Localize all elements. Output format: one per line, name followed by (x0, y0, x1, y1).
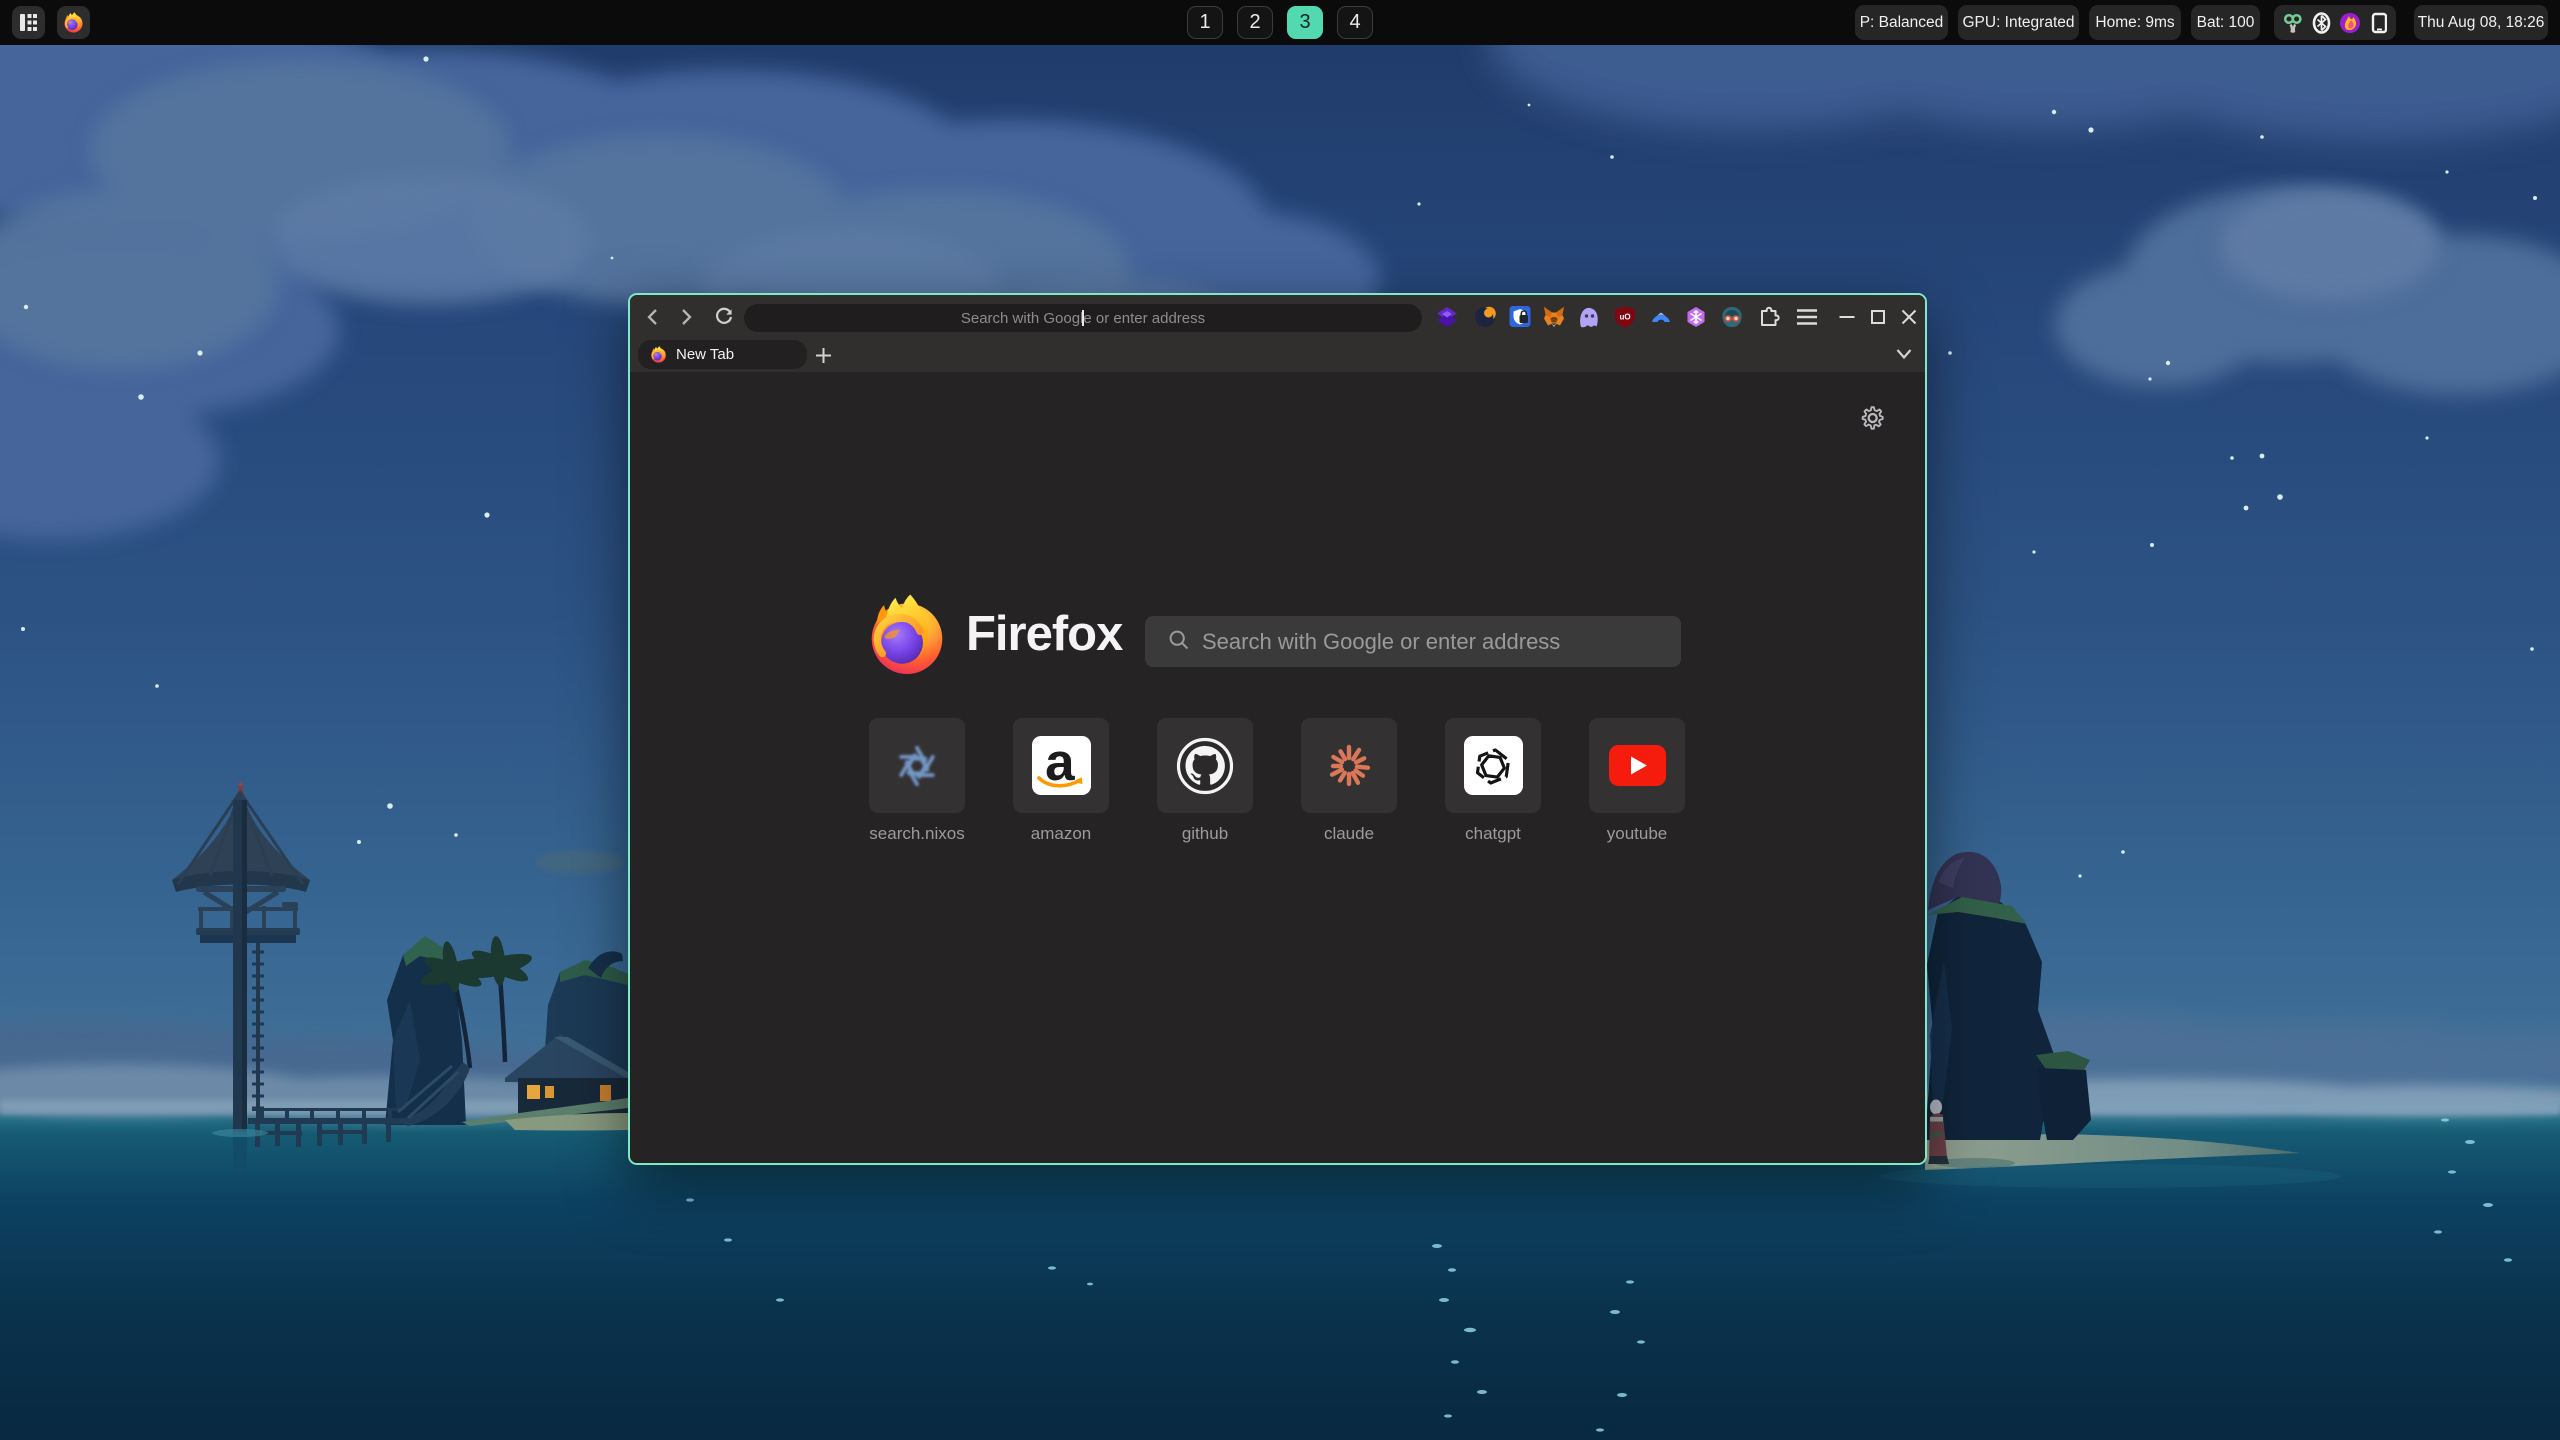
svg-text:uO: uO (1619, 313, 1630, 322)
